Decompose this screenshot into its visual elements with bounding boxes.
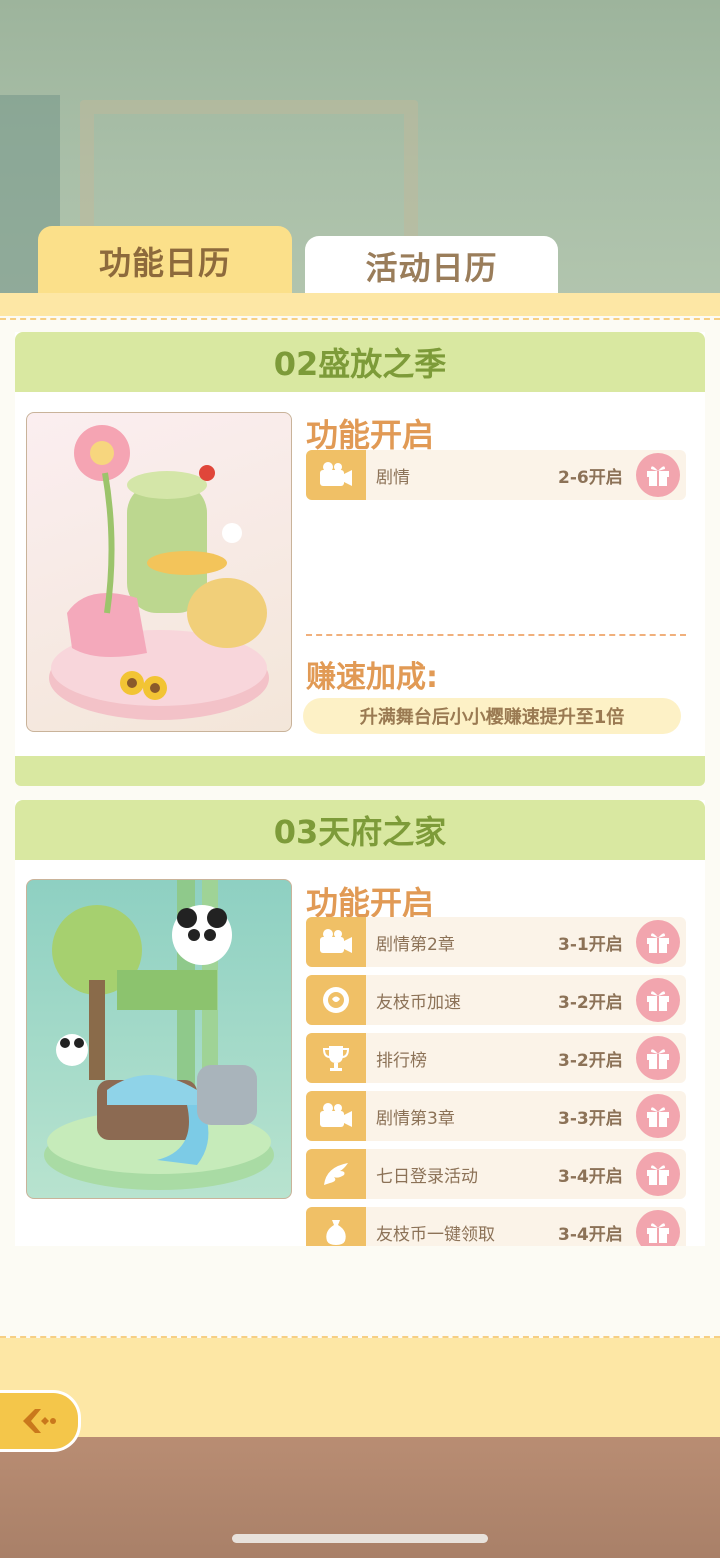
- feature-unlock-level: 2-6开启: [558, 468, 623, 488]
- section-title: 03天府之家: [15, 800, 705, 860]
- feature-row[interactable]: 七日登录活动 3-4开启: [306, 1149, 686, 1199]
- trophy-icon: [306, 1033, 366, 1083]
- feature-unlock-level: 3-2开启: [558, 993, 623, 1013]
- section-footer: [15, 756, 705, 786]
- feature-unlock-level: 3-2开启: [558, 1051, 623, 1071]
- feature-unlock-level: 3-4开启: [558, 1225, 623, 1245]
- gift-icon[interactable]: [636, 1152, 680, 1196]
- stage-illustration: [26, 879, 292, 1199]
- feature-unlock-level: 3-3开启: [558, 1109, 623, 1129]
- gift-icon[interactable]: [636, 920, 680, 964]
- tab-feature-calendar[interactable]: 功能日历: [38, 226, 292, 296]
- speed-divider: [306, 634, 686, 636]
- feature-row[interactable]: 剧情 2-6开启: [306, 450, 686, 500]
- money-bag-icon: [306, 1207, 366, 1246]
- feature-row[interactable]: 剧情第2章 3-1开启: [306, 917, 686, 967]
- gift-icon[interactable]: [636, 978, 680, 1022]
- wing-icon: [306, 1149, 366, 1199]
- gift-icon[interactable]: [636, 1036, 680, 1080]
- section-stage-02: 02盛放之季 功能开启 剧情 2-6开启 赚速加成: 升满舞台后小小樱赚速提升至…: [15, 332, 705, 756]
- camera-icon: [306, 1091, 366, 1141]
- panel-divider-top: [0, 318, 720, 320]
- feature-name: 剧情第2章: [376, 935, 455, 955]
- back-button[interactable]: [0, 1390, 81, 1452]
- home-indicator[interactable]: [232, 1534, 488, 1543]
- stage-illustration: [26, 412, 292, 732]
- feature-name: 七日登录活动: [376, 1167, 478, 1187]
- feature-unlock-level: 3-4开启: [558, 1167, 623, 1187]
- coin-icon: [306, 975, 366, 1025]
- panel-divider-bottom: [0, 1336, 720, 1338]
- gift-icon[interactable]: [636, 1210, 680, 1246]
- feature-name: 剧情第3章: [376, 1109, 455, 1129]
- feature-row[interactable]: 排行榜 3-2开启: [306, 1033, 686, 1083]
- speed-bonus-text: 升满舞台后小小樱赚速提升至1倍: [303, 698, 681, 734]
- feature-row[interactable]: 友枝币一键领取 3-4开启: [306, 1207, 686, 1246]
- camera-icon: [306, 450, 366, 500]
- feature-name: 排行榜: [376, 1051, 427, 1071]
- feature-name: 友枝币加速: [376, 993, 461, 1013]
- speed-bonus-title: 赚速加成:: [306, 660, 438, 695]
- back-arrow-icon: [23, 1409, 56, 1433]
- feature-name: 友枝币一键领取: [376, 1225, 495, 1245]
- section-title: 02盛放之季: [15, 332, 705, 392]
- gift-icon[interactable]: [636, 453, 680, 497]
- camera-icon: [306, 917, 366, 967]
- tab-event-calendar[interactable]: 活动日历: [305, 236, 558, 296]
- feature-name: 剧情: [376, 468, 410, 488]
- feature-row[interactable]: 剧情第3章 3-3开启: [306, 1091, 686, 1141]
- feature-unlock-level: 3-1开启: [558, 935, 623, 955]
- section-stage-03: 03天府之家 功能开启 剧情第2章 3-1开启 友枝币加速 3-2开启 排行榜 …: [15, 800, 705, 1246]
- gift-icon[interactable]: [636, 1094, 680, 1138]
- feature-row[interactable]: 友枝币加速 3-2开启: [306, 975, 686, 1025]
